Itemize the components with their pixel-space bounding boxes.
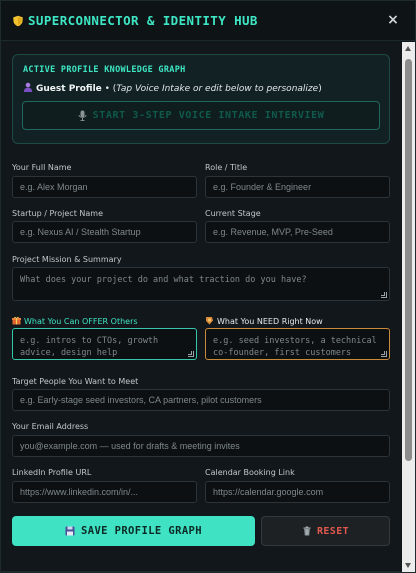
reset-button[interactable]: RESET	[261, 516, 390, 546]
profile-hint: Tap Voice Intake or edit below to person…	[116, 84, 319, 94]
voice-intake-label: START 3-STEP VOICE INTAKE INTERVIEW	[92, 110, 325, 121]
trash-icon	[303, 526, 311, 536]
profile-separator: • (	[101, 84, 117, 94]
shield-icon	[13, 15, 23, 27]
divider	[1, 571, 401, 572]
floppy-disk-icon	[65, 526, 75, 536]
stage-input[interactable]: e.g. Revenue, MVP, Pre-Seed	[205, 221, 390, 243]
title-bar: SUPERCONNECTOR & IDENTITY HUB ×	[1, 1, 415, 41]
scroll-up-arrow-icon[interactable]	[402, 42, 415, 55]
knowledge-graph-card: ACTIVE PROFILE KNOWLEDGE GRAPH Guest Pro…	[12, 54, 390, 144]
superconnector-window: SUPERCONNECTOR & IDENTITY HUB × ACTIVE P…	[0, 0, 416, 573]
calendar-input[interactable]: https://calendar.google.com	[205, 481, 390, 503]
scroll-down-arrow-icon[interactable]	[402, 559, 415, 572]
profile-hint-close: )	[318, 84, 322, 94]
target-people-input[interactable]: e.g. Early-stage seed investors, CA part…	[12, 389, 390, 411]
startup-input[interactable]: e.g. Nexus AI / Stealth Startup	[12, 221, 197, 243]
gift-icon	[12, 316, 21, 325]
close-button[interactable]: ×	[385, 11, 401, 29]
scrollbar-thumb[interactable]	[405, 59, 412, 461]
linkedin-input[interactable]: https://www.linkedin.com/in/...	[12, 481, 197, 503]
profile-name: Guest Profile	[36, 84, 102, 94]
vertical-scrollbar[interactable]	[402, 42, 415, 572]
form-scroll-area[interactable]: ACTIVE PROFILE KNOWLEDGE GRAPH Guest Pro…	[1, 42, 401, 572]
resize-grip[interactable]	[381, 351, 387, 357]
linkedin-label: LinkedIn Profile URL	[12, 468, 92, 477]
email-label: Your Email Address	[12, 422, 89, 431]
offer-placeholder: e.g. intros to CTOs, growth advice, desi…	[20, 336, 159, 358]
need-label: What You NEED Right Now	[205, 316, 323, 326]
profile-status: Guest Profile • (Tap Voice Intake or edi…	[23, 82, 322, 94]
startup-label: Startup / Project Name	[12, 209, 103, 218]
target-people-label: Target People You Want to Meet	[12, 377, 139, 386]
role-label: Role / Title	[205, 163, 248, 172]
mission-placeholder: What does your project do and what tract…	[20, 275, 307, 285]
resize-grip[interactable]	[381, 292, 387, 298]
offer-label: What You Can OFFER Others	[12, 316, 138, 326]
calendar-label: Calendar Booking Link	[205, 468, 295, 477]
mission-textarea[interactable]: What does your project do and what tract…	[12, 267, 390, 301]
resize-grip[interactable]	[188, 351, 194, 357]
microphone-icon	[78, 110, 87, 121]
save-profile-label: SAVE PROFILE GRAPH	[81, 525, 202, 537]
save-profile-button[interactable]: SAVE PROFILE GRAPH	[12, 516, 255, 546]
voice-intake-button[interactable]: START 3-STEP VOICE INTAKE INTERVIEW	[22, 101, 380, 130]
role-input[interactable]: e.g. Founder & Engineer	[205, 176, 390, 198]
need-label-text: What You NEED Right Now	[217, 317, 323, 326]
full-name-label: Your Full Name	[12, 163, 72, 172]
reset-label: RESET	[316, 525, 350, 537]
window-title: SUPERCONNECTOR & IDENTITY HUB	[28, 13, 258, 28]
email-input[interactable]: you@example.com — used for drafts & meet…	[12, 435, 390, 457]
knowledge-graph-heading: ACTIVE PROFILE KNOWLEDGE GRAPH	[23, 65, 186, 75]
full-name-input[interactable]: e.g. Alex Morgan	[12, 176, 197, 198]
mission-label: Project Mission & Summary	[12, 255, 122, 264]
user-icon	[23, 82, 33, 92]
need-placeholder: e.g. seed investors, a technical co-foun…	[213, 336, 377, 358]
offer-textarea[interactable]: e.g. intros to CTOs, growth advice, desi…	[12, 328, 197, 360]
target-icon	[206, 317, 213, 325]
need-textarea[interactable]: e.g. seed investors, a technical co-foun…	[205, 328, 390, 360]
stage-label: Current Stage	[205, 209, 261, 218]
offer-label-text: What You Can OFFER Others	[24, 317, 138, 326]
